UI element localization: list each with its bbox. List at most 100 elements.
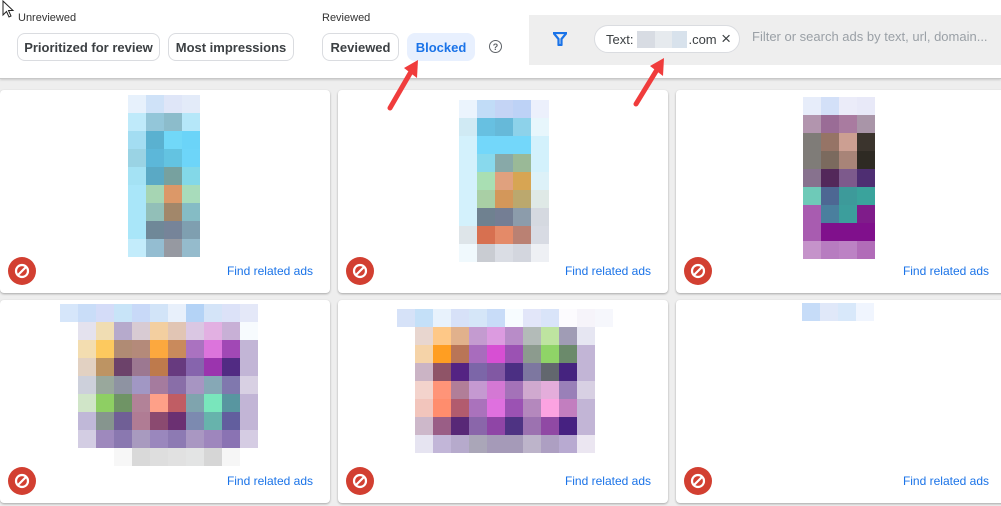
blocked-icon[interactable]	[684, 257, 712, 285]
thumbnail-pixel	[164, 203, 182, 221]
thumbnail-pixel	[487, 381, 505, 399]
thumbnail-pixel	[186, 448, 204, 466]
ad-card[interactable]: Find related ads	[0, 90, 330, 293]
thumbnail-pixel	[469, 363, 487, 381]
ad-thumbnail[interactable]	[397, 309, 613, 453]
thumbnail-pixel	[487, 435, 505, 453]
thumbnail-pixel	[495, 226, 513, 244]
thumbnail-pixel	[595, 417, 613, 435]
thumbnail-pixel	[114, 448, 132, 466]
thumbnail-pixel	[577, 435, 595, 453]
ad-card[interactable]: Find related ads	[0, 300, 330, 503]
thumbnail-pixel	[433, 417, 451, 435]
close-icon[interactable]: ×	[721, 30, 731, 48]
search-input[interactable]	[752, 29, 992, 44]
thumbnail-pixel	[415, 381, 433, 399]
thumbnail-pixel	[433, 381, 451, 399]
thumbnail-pixel	[96, 340, 114, 358]
thumbnail-pixel	[397, 381, 415, 399]
find-related-ads-link[interactable]: Find related ads	[565, 264, 651, 278]
ad-thumbnail[interactable]	[60, 304, 258, 466]
ad-card[interactable]: Find related ads	[676, 90, 1001, 293]
thumbnail-pixel	[96, 448, 114, 466]
thumbnail-pixel	[839, 187, 857, 205]
ad-thumbnail[interactable]	[802, 303, 874, 321]
find-related-ads-link[interactable]: Find related ads	[227, 474, 313, 488]
thumbnail-pixel	[114, 358, 132, 376]
blocked-icon[interactable]	[8, 467, 36, 495]
blocked-icon[interactable]	[346, 257, 374, 285]
thumbnail-pixel	[164, 185, 182, 203]
thumbnail-pixel	[240, 376, 258, 394]
chip-most-impressions[interactable]: Most impressions	[168, 33, 294, 61]
thumbnail-pixel	[222, 322, 240, 340]
thumbnail-pixel	[132, 448, 150, 466]
ad-card[interactable]: Find related ads	[338, 90, 668, 293]
thumbnail-pixel	[459, 118, 477, 136]
thumbnail-pixel	[459, 226, 477, 244]
find-related-ads-link[interactable]: Find related ads	[903, 264, 989, 278]
ad-thumbnail[interactable]	[803, 97, 875, 259]
blocked-icon[interactable]	[346, 467, 374, 495]
thumbnail-pixel	[182, 203, 200, 221]
blocked-icon[interactable]	[684, 467, 712, 495]
find-related-ads-link[interactable]: Find related ads	[565, 474, 651, 488]
thumbnail-pixel	[168, 448, 186, 466]
thumbnail-pixel	[150, 430, 168, 448]
thumbnail-pixel	[839, 115, 857, 133]
thumbnail-pixel	[469, 399, 487, 417]
ad-card[interactable]: Find related ads	[676, 300, 1001, 503]
thumbnail-pixel	[60, 448, 78, 466]
thumbnail-pixel	[559, 399, 577, 417]
thumbnail-pixel	[150, 304, 168, 322]
blocked-icon[interactable]	[8, 257, 36, 285]
thumbnail-pixel	[397, 417, 415, 435]
ad-thumbnail[interactable]	[459, 100, 549, 262]
thumbnail-pixel	[96, 430, 114, 448]
thumbnail-pixel	[433, 345, 451, 363]
thumbnail-pixel	[803, 115, 821, 133]
ad-thumbnail[interactable]	[128, 95, 200, 257]
thumbnail-pixel	[186, 430, 204, 448]
thumbnail-pixel	[150, 412, 168, 430]
find-related-ads-link[interactable]: Find related ads	[227, 264, 313, 278]
thumbnail-pixel	[204, 358, 222, 376]
thumbnail-pixel	[531, 244, 549, 262]
help-icon[interactable]: ?	[489, 40, 502, 53]
thumbnail-pixel	[856, 303, 874, 321]
thumbnail-pixel	[577, 327, 595, 345]
ad-card[interactable]: Find related ads	[338, 300, 668, 503]
thumbnail-pixel	[128, 239, 146, 257]
thumbnail-pixel	[240, 322, 258, 340]
find-related-ads-link[interactable]: Find related ads	[903, 474, 989, 488]
chip-prioritized-for-review[interactable]: Prioritized for review	[17, 33, 160, 61]
thumbnail-pixel	[164, 221, 182, 239]
thumbnail-pixel	[803, 97, 821, 115]
thumbnail-pixel	[60, 340, 78, 358]
thumbnail-pixel	[222, 376, 240, 394]
thumbnail-pixel	[132, 412, 150, 430]
thumbnail-pixel	[505, 417, 523, 435]
filter-icon[interactable]	[553, 32, 567, 46]
thumbnail-pixel	[186, 322, 204, 340]
thumbnail-pixel	[240, 430, 258, 448]
thumbnail-pixel	[415, 309, 433, 327]
thumbnail-pixel	[495, 208, 513, 226]
text-filter-chip[interactable]: Text: .com ×	[594, 25, 740, 53]
thumbnail-pixel	[78, 394, 96, 412]
thumbnail-pixel	[803, 187, 821, 205]
thumbnail-pixel	[164, 149, 182, 167]
thumbnail-pixel	[146, 149, 164, 167]
thumbnail-pixel	[487, 417, 505, 435]
thumbnail-pixel	[182, 239, 200, 257]
thumbnail-pixel	[132, 394, 150, 412]
thumbnail-pixel	[204, 340, 222, 358]
thumbnail-pixel	[469, 345, 487, 363]
thumbnail-pixel	[204, 322, 222, 340]
thumbnail-pixel	[146, 131, 164, 149]
thumbnail-pixel	[505, 309, 523, 327]
thumbnail-pixel	[523, 417, 541, 435]
thumbnail-pixel	[60, 412, 78, 430]
thumbnail-pixel	[505, 399, 523, 417]
thumbnail-pixel	[541, 381, 559, 399]
